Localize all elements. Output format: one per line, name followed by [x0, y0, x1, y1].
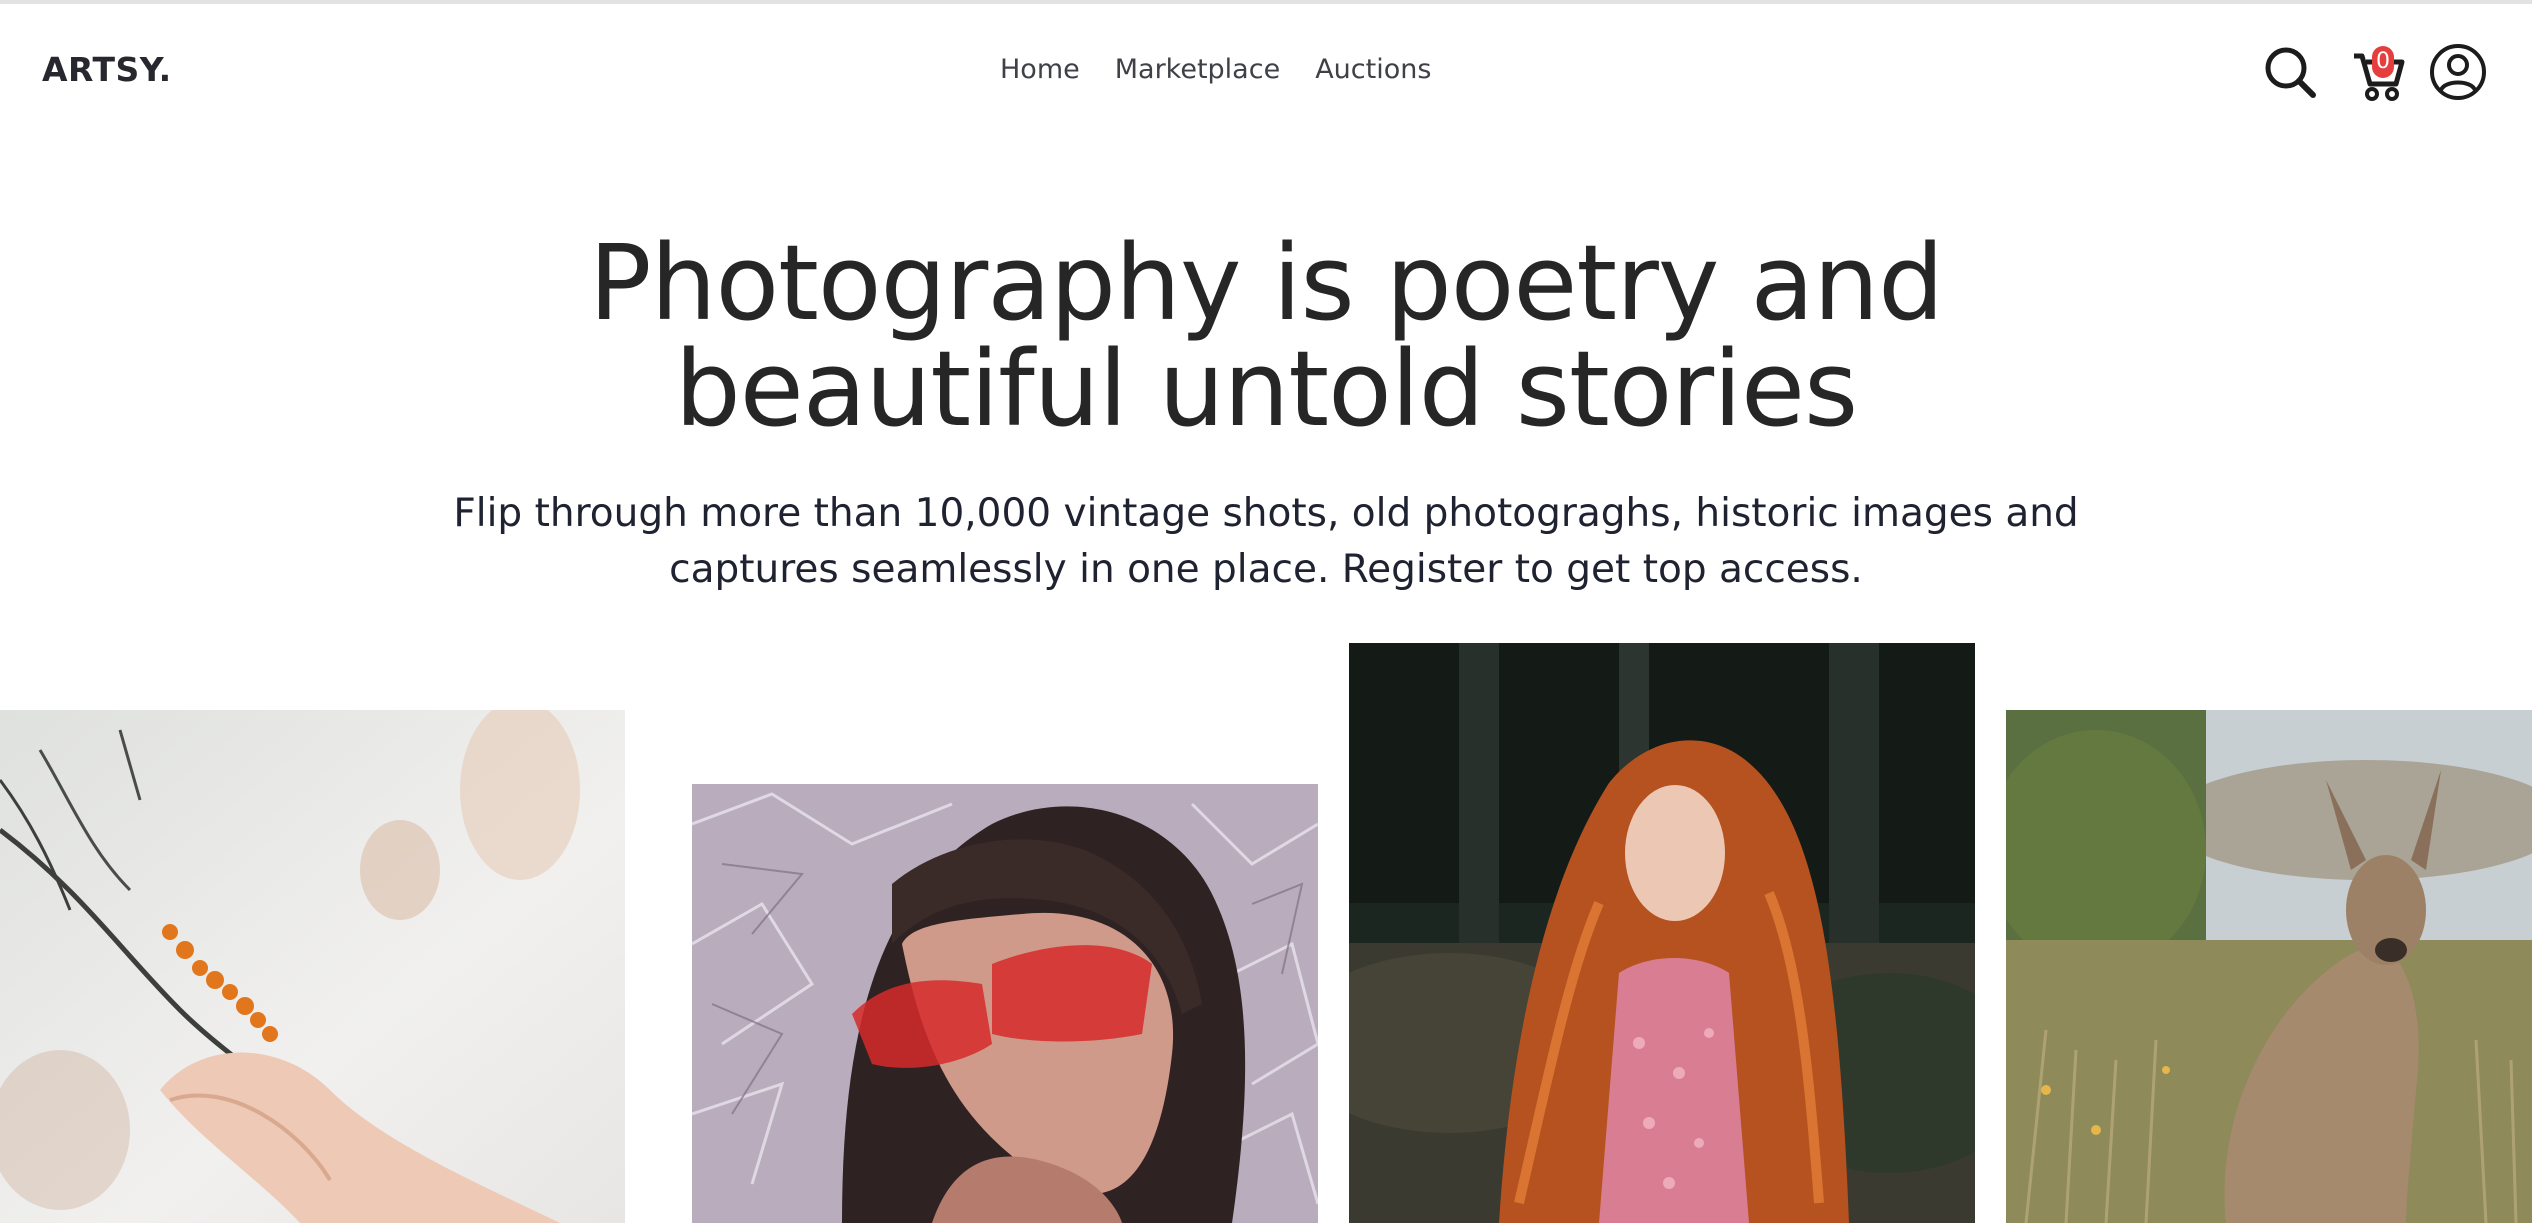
- main-nav: Home Marketplace Auctions: [1000, 54, 1466, 85]
- hero: Photography is poetry and beautiful unto…: [0, 230, 2532, 598]
- user-icon[interactable]: [2428, 42, 2488, 102]
- hero-subtitle: Flip through more than 10,000 vintage sh…: [453, 491, 2079, 592]
- logo[interactable]: ARTSY.: [42, 50, 172, 89]
- photo-gallery: [0, 0, 2532, 1223]
- cart-count-badge: 0: [2372, 46, 2394, 78]
- navbar: ARTSY. Home Marketplace Auctions 0: [0, 4, 2532, 136]
- gallery-photo-redhead[interactable]: [1349, 643, 1975, 1223]
- gallery-photo-berries[interactable]: [0, 710, 625, 1223]
- nav-link-home[interactable]: Home: [1000, 54, 1080, 85]
- nav-link-marketplace[interactable]: Marketplace: [1115, 54, 1280, 85]
- gallery-photo-boy[interactable]: [692, 784, 1318, 1223]
- nav-link-auctions[interactable]: Auctions: [1315, 54, 1431, 85]
- gallery-photo-kangaroo[interactable]: [2006, 710, 2532, 1223]
- search-icon[interactable]: [2262, 44, 2318, 100]
- cart-button[interactable]: 0: [2350, 42, 2406, 102]
- hero-title: Photography is poetry and beautiful unto…: [588, 222, 1944, 450]
